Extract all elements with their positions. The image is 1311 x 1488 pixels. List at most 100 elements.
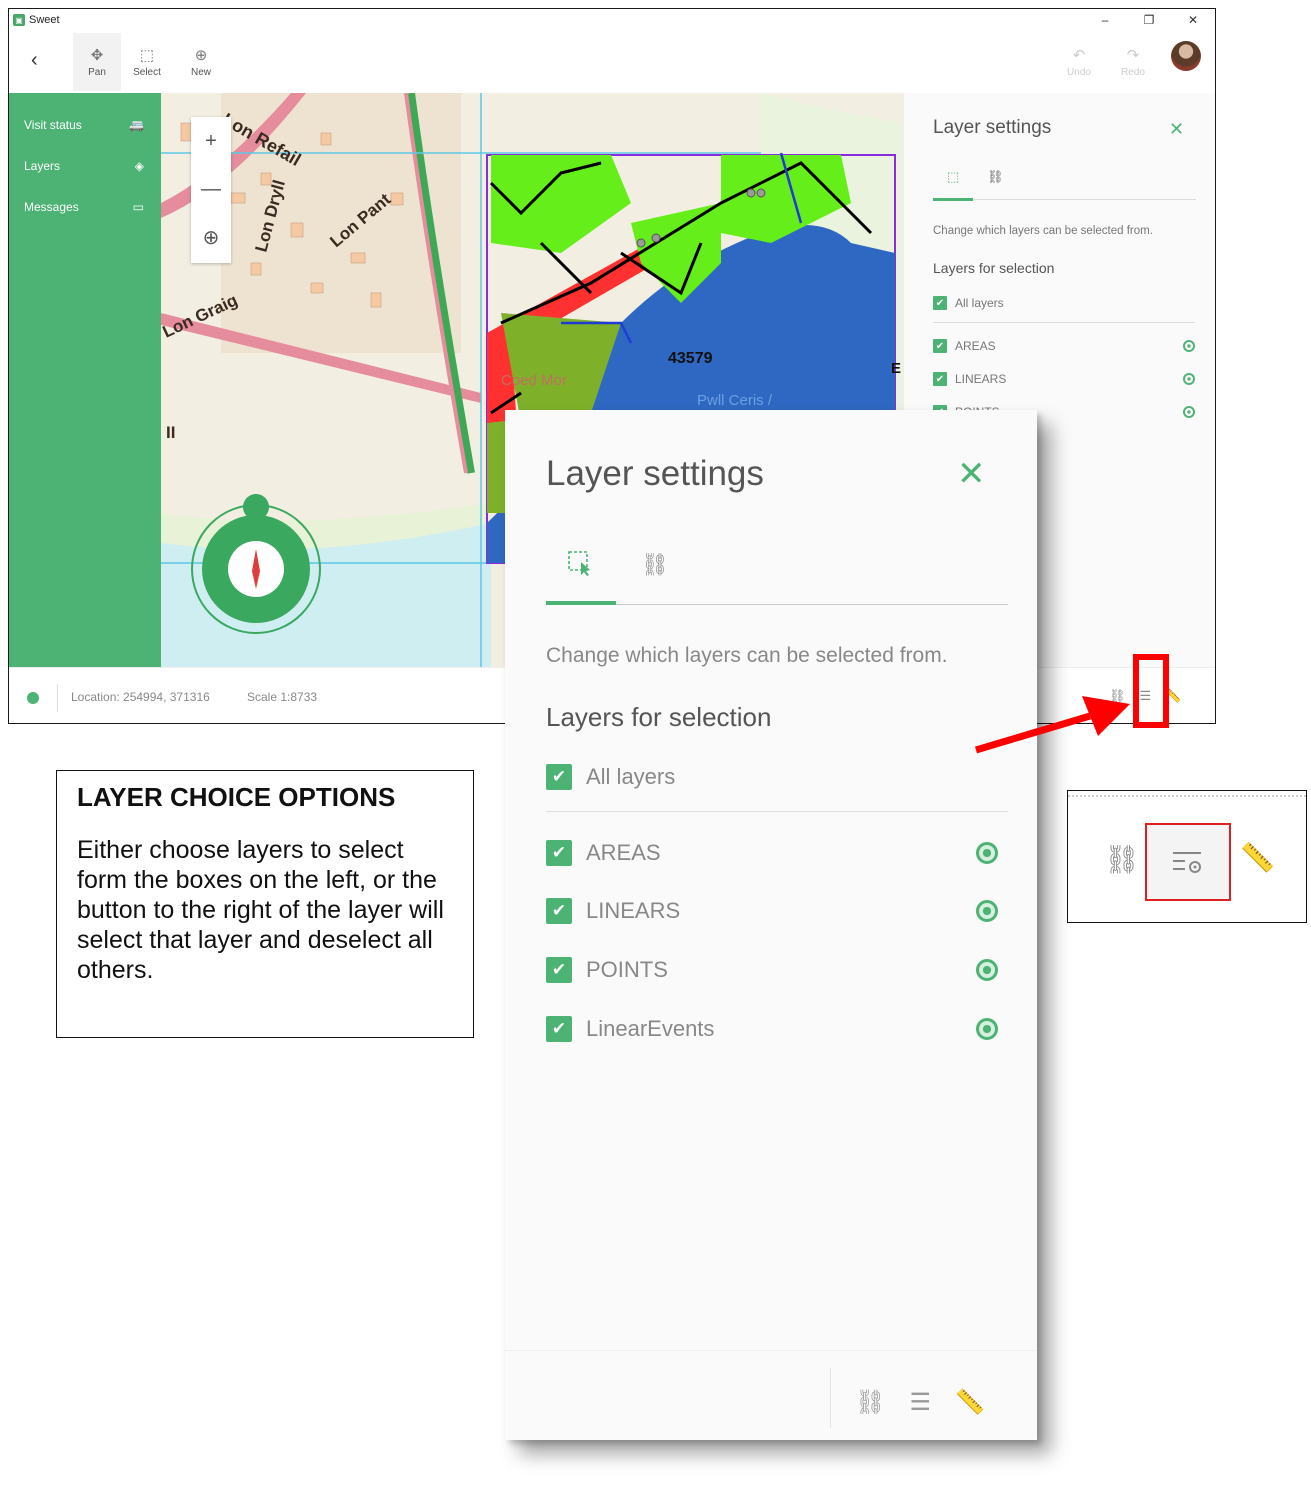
- select-only-icon[interactable]: [1183, 373, 1195, 385]
- checkbox[interactable]: ✔: [546, 840, 572, 866]
- zoom-out-button[interactable]: —: [191, 165, 231, 213]
- scale-readout: Scale 1:8733: [247, 690, 318, 704]
- select-icon: ⬚: [139, 47, 155, 64]
- sidebar-item-messages[interactable]: Messages ▭: [24, 197, 144, 217]
- divider: [933, 322, 1195, 323]
- new-tool-button[interactable]: ⊕ New: [177, 33, 225, 91]
- select-only-icon[interactable]: [976, 1018, 998, 1040]
- van-icon: 🚐: [129, 118, 144, 132]
- link-tab-icon[interactable]: ⛓: [641, 552, 669, 578]
- select-only-icon[interactable]: [976, 842, 998, 864]
- window-controls: – ❐ ✕: [1083, 9, 1215, 31]
- layer-row-linears[interactable]: ✔ LINEARS: [546, 896, 998, 926]
- location-readout: Location: 254994, 371316: [71, 690, 210, 704]
- minimize-button[interactable]: –: [1083, 9, 1127, 31]
- measure-icon[interactable]: 📏: [1240, 841, 1275, 874]
- sidebar-item-label: Visit status: [24, 118, 82, 132]
- sidebar-item-layers[interactable]: Layers ◈: [24, 156, 144, 176]
- sidebar: Visit status 🚐 Layers ◈ Messages ▭: [9, 93, 161, 667]
- undo-label: Undo: [1067, 67, 1091, 78]
- checkbox[interactable]: ✔: [933, 339, 947, 353]
- message-icon: ▭: [132, 200, 144, 214]
- checkbox[interactable]: ✔: [933, 296, 947, 310]
- select-only-icon[interactable]: [1183, 340, 1195, 352]
- layer-row-areas[interactable]: ✔ AREAS: [933, 338, 1195, 354]
- panel-close-button[interactable]: ✕: [1169, 119, 1184, 140]
- all-layers-row[interactable]: ✔ All layers: [546, 762, 998, 792]
- layer-label: All layers: [955, 296, 1004, 310]
- restore-button[interactable]: ❐: [1127, 9, 1171, 31]
- all-layers-row[interactable]: ✔ All layers: [933, 295, 1195, 311]
- layer-row-linearevents[interactable]: ✔ LinearEvents: [546, 1014, 998, 1044]
- app-title: Sweet: [29, 14, 60, 26]
- checkbox[interactable]: ✔: [546, 1016, 572, 1042]
- redo-icon: ↷: [1126, 47, 1140, 64]
- layer-label: LinearEvents: [586, 1016, 715, 1041]
- app-logo-icon: ▣: [13, 14, 25, 26]
- place-label: Pwll Ceris /: [697, 392, 773, 409]
- layer-row-linears[interactable]: ✔ LINEARS: [933, 371, 1195, 387]
- divider: [57, 684, 58, 712]
- panel-close-button[interactable]: ✕: [957, 454, 986, 494]
- zoom-in-button[interactable]: +: [191, 117, 231, 165]
- panel-title: Layer settings: [546, 454, 764, 493]
- panel-footer-tools: ⛓ ☰ 📏: [855, 1388, 985, 1417]
- panel-title: Layer settings: [933, 117, 1052, 138]
- parcel-label: 43579: [668, 350, 713, 367]
- selection-tab-icon[interactable]: ⬚: [947, 169, 959, 185]
- layer-settings-icon[interactable]: ☰: [909, 1388, 931, 1417]
- pan-label: Pan: [88, 67, 106, 78]
- divider: [505, 1350, 1037, 1351]
- instruction-callout: LAYER CHOICE OPTIONS Either choose layer…: [56, 770, 474, 1038]
- toolbar-magnified-inset: ⛓ 📏: [1067, 790, 1307, 923]
- checkbox[interactable]: ✔: [546, 957, 572, 983]
- layer-label: LINEARS: [955, 372, 1007, 386]
- layer-label: LINEARS: [586, 898, 681, 923]
- locate-button[interactable]: ⊕: [191, 213, 231, 261]
- active-tab-indicator: [546, 601, 616, 605]
- new-label: New: [190, 67, 211, 78]
- callout-body: Either choose layers to select form the …: [77, 836, 444, 984]
- redo-button[interactable]: ↷ Redo: [1109, 33, 1157, 91]
- layer-row-areas[interactable]: ✔ AREAS: [546, 838, 998, 868]
- highlighted-layer-settings-button[interactable]: [1145, 823, 1231, 901]
- checkbox[interactable]: ✔: [933, 372, 947, 386]
- pan-tool-button[interactable]: ✥ Pan: [73, 33, 121, 91]
- select-only-icon[interactable]: [976, 900, 998, 922]
- layers-icon: ◈: [134, 159, 144, 173]
- redo-label: Redo: [1121, 67, 1145, 78]
- add-icon: ⊕: [194, 47, 208, 64]
- place-label: Coed Mor: [501, 372, 567, 389]
- undo-button[interactable]: ↶ Undo: [1055, 33, 1103, 91]
- map-label: II: [166, 423, 175, 442]
- link-tab-icon[interactable]: ⛓: [987, 169, 1004, 185]
- sidebar-item-visit-status[interactable]: Visit status 🚐: [24, 115, 144, 135]
- checkbox[interactable]: ✔: [546, 764, 572, 790]
- select-only-icon[interactable]: [976, 959, 998, 981]
- measure-icon[interactable]: 📏: [955, 1388, 985, 1417]
- layer-settings-icon: [1173, 852, 1201, 873]
- pointer-arrow: [974, 696, 1130, 754]
- layers-heading: Layers for selection: [546, 702, 772, 732]
- select-tool-button[interactable]: ⬚ Select: [123, 33, 171, 91]
- layer-row-points[interactable]: ✔ POINTS: [546, 955, 998, 985]
- select-only-icon[interactable]: [1183, 406, 1195, 418]
- close-window-button[interactable]: ✕: [1171, 9, 1215, 31]
- user-avatar[interactable]: [1171, 41, 1201, 71]
- divider: [546, 811, 1008, 812]
- title-bar: ▣ Sweet – ❐ ✕: [9, 9, 1215, 31]
- checkbox[interactable]: ✔: [546, 898, 572, 924]
- divider: [1068, 795, 1306, 797]
- sidebar-item-label: Messages: [24, 200, 79, 214]
- link-icon[interactable]: ⛓: [1104, 843, 1140, 876]
- top-toolbar: ‹ ✥ Pan ⬚ Select ⊕ New ↶ Undo ↷ Redo: [9, 31, 1215, 93]
- pan-icon: ✥: [90, 47, 104, 64]
- selection-tab-icon[interactable]: [567, 550, 593, 576]
- layer-label: AREAS: [955, 339, 996, 353]
- link-icon[interactable]: ⛓: [855, 1388, 885, 1417]
- panel-description: Change which layers can be selected from…: [933, 225, 1153, 237]
- back-button[interactable]: ‹: [31, 49, 38, 72]
- zoom-control: + — ⊕: [191, 117, 231, 263]
- layer-settings-zoomed-panel: Layer settings ✕ ⛓ Change which layers c…: [505, 410, 1037, 1440]
- panel-description: Change which layers can be selected from…: [546, 644, 948, 667]
